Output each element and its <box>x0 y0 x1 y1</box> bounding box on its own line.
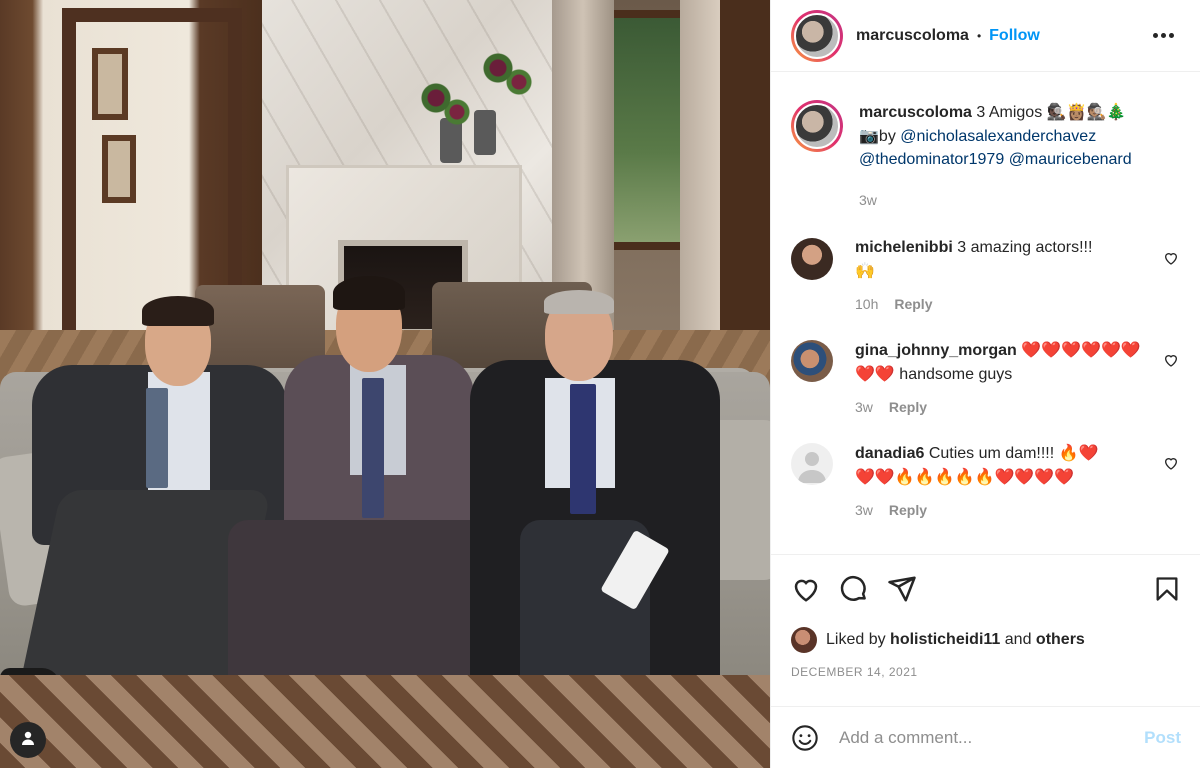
photo-wall-frame <box>92 48 128 120</box>
post-caption: marcuscoloma 3 Amigos 🕵🏿👸🏽🕵🏽🎄 📷by @nicho… <box>791 100 1181 212</box>
comment-input[interactable] <box>839 727 1145 748</box>
comment-item: danadia6 Cuties um dam!!!! 🔥❤️ ❤️❤️🔥🔥🔥🔥🔥… <box>791 441 1181 522</box>
reply-button[interactable]: Reply <box>889 499 927 522</box>
comment-text: Cuties um dam!!!! <box>928 445 1055 462</box>
photo-flowers <box>408 70 478 140</box>
caption-timestamp[interactable]: 3w <box>859 189 877 212</box>
caption-text: 3 Amigos <box>976 104 1043 121</box>
more-options-icon[interactable] <box>1147 27 1180 44</box>
tagged-users-button[interactable] <box>10 722 46 758</box>
paper-plane-icon[interactable] <box>887 574 917 604</box>
photo-flowers <box>470 40 540 110</box>
comment-username[interactable]: michelenibbi <box>855 239 953 256</box>
comment-emoji-line: ❤️❤️🔥🔥🔥🔥🔥❤️❤️❤️❤️ <box>855 467 1075 486</box>
commenter-avatar[interactable] <box>791 443 833 485</box>
photo-vase <box>474 110 496 155</box>
header-separator: • <box>976 28 982 43</box>
liked-by-and: and <box>1004 631 1032 648</box>
liked-by-prefix: Liked by <box>826 631 886 648</box>
comment-emoji: 🙌 <box>855 261 875 280</box>
caption-emojis: 🕵🏿👸🏽🕵🏽🎄 <box>1046 102 1127 121</box>
post-date[interactable]: DECEMBER 14, 2021 <box>791 665 1181 679</box>
comment-item: michelenibbi 3 amazing actors!!! 🙌 10h R… <box>791 236 1181 316</box>
comment-timestamp[interactable]: 3w <box>855 499 873 522</box>
comment-emoji: 🔥❤️ <box>1058 443 1099 462</box>
photo-rug <box>0 675 770 768</box>
comments-list[interactable]: marcuscoloma 3 Amigos 🕵🏿👸🏽🕵🏽🎄 📷by @nicho… <box>771 72 1200 554</box>
comment-composer: Post <box>771 706 1200 768</box>
reply-button[interactable]: Reply <box>889 396 927 419</box>
post-header: marcuscoloma • Follow <box>771 0 1200 72</box>
camera-emoji: 📷 <box>859 126 879 145</box>
comment-username[interactable]: gina_johnny_morgan <box>855 342 1017 359</box>
post-comment-button[interactable]: Post <box>1144 728 1181 748</box>
comment-text: handsome guys <box>899 366 1013 383</box>
caption-username[interactable]: marcuscoloma <box>859 104 972 121</box>
caption-avatar[interactable] <box>791 100 843 152</box>
liked-by-others[interactable]: others <box>1036 631 1085 649</box>
follow-button[interactable]: Follow <box>989 27 1040 45</box>
mention-link[interactable]: @thedominator1979 <box>859 151 1004 168</box>
caption-by: by <box>878 128 896 145</box>
reply-button[interactable]: Reply <box>894 293 932 316</box>
comment-like-icon[interactable] <box>1163 455 1179 476</box>
photo-curtain <box>552 0 614 330</box>
mention-link[interactable]: @nicholasalexanderchavez <box>900 128 1096 145</box>
comment-text: 3 amazing actors!!! <box>957 239 1093 256</box>
post-side-panel: marcuscoloma • Follow marcuscoloma 3 Ami… <box>770 0 1200 768</box>
comment-like-icon[interactable] <box>1163 352 1179 373</box>
smiley-icon[interactable] <box>791 724 819 752</box>
photo-wood-panel <box>720 0 770 360</box>
post-photo[interactable] <box>0 0 770 768</box>
comment-timestamp[interactable]: 10h <box>855 293 878 316</box>
comment-timestamp[interactable]: 3w <box>855 396 873 419</box>
bookmark-icon[interactable] <box>1153 574 1181 604</box>
user-icon <box>20 730 36 751</box>
commenter-avatar[interactable] <box>791 238 833 280</box>
heart-icon[interactable] <box>791 574 821 604</box>
comment-username[interactable]: danadia6 <box>855 445 924 462</box>
comment-icon[interactable] <box>839 574 869 604</box>
comment-like-icon[interactable] <box>1163 250 1179 271</box>
comment-item: gina_johnny_morgan ❤️❤️❤️❤️❤️❤️❤️❤️ hand… <box>791 338 1181 419</box>
photo-wall-frame <box>102 135 136 203</box>
likes-summary: Liked by holisticheidi11 and others <box>791 627 1181 653</box>
mention-link[interactable]: @mauricebenard <box>1009 151 1132 168</box>
liked-by-user[interactable]: holisticheidi11 <box>890 631 1000 649</box>
post-actions: Liked by holisticheidi11 and others DECE… <box>771 554 1200 679</box>
author-avatar[interactable] <box>791 9 843 62</box>
commenter-avatar[interactable] <box>791 340 833 382</box>
author-username[interactable]: marcuscoloma <box>856 27 969 45</box>
liker-avatar[interactable] <box>791 627 817 653</box>
